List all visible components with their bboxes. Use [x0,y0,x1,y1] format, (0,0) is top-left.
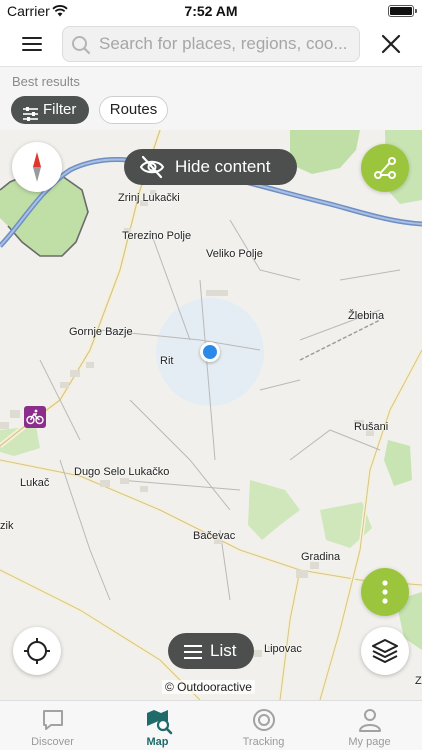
list-label: List [210,641,237,660]
compass-button[interactable] [12,142,62,192]
layers-icon [372,639,398,663]
compass-icon [33,152,41,182]
search-icon [71,35,91,60]
current-location-marker [200,342,220,362]
map-base [0,130,422,700]
place-label: Terezino Polje [122,230,192,242]
place-label: Lukač [20,477,50,489]
more-options-button[interactable] [361,568,409,616]
tab-map[interactable]: Map [105,701,210,750]
tab-my-page[interactable]: My page [317,701,422,750]
search-header [0,22,422,66]
place-label: Gornje Bazje [69,326,133,338]
filter-label: Filter [43,101,77,118]
map-attribution[interactable]: © Outdooractive [162,680,255,694]
place-label: zik [0,520,14,532]
hide-content-button[interactable]: Hide content [124,149,297,185]
clock: 7:52 AM [184,3,238,19]
tab-label: Map [146,736,169,748]
route-planner-button[interactable] [361,144,409,192]
locate-me-button[interactable] [13,627,61,675]
sliders-icon [23,103,38,131]
place-label: Rušani [354,421,389,433]
place-label: Gradina [301,551,341,563]
map-layers-button[interactable] [361,627,409,675]
place-label: Veliko Polje [206,248,263,260]
routes-chip[interactable]: Routes [99,96,168,124]
eye-off-icon [139,155,165,184]
tab-label: My page [348,736,391,748]
search-input[interactable] [99,27,355,61]
hide-content-label: Hide content [175,157,271,176]
route-icon [374,157,396,179]
tab-discover[interactable]: Discover [0,701,105,750]
crosshair-icon [24,638,50,664]
tab-label: Tracking [242,736,285,748]
tab-bar: Discover Map Tracking My page [0,700,422,750]
menu-button[interactable] [18,32,48,56]
map-view[interactable]: Zrinj Lukački Terezino Polje Veliko Polj… [0,130,422,700]
record-icon [251,707,277,738]
place-label: Dugo Selo Lukačko [74,466,170,478]
chat-bubble-icon [40,707,66,738]
list-button[interactable]: List [168,633,254,669]
place-label: Z [415,675,422,687]
results-label: Best results [12,74,80,89]
place-label: Zrinj Lukački [118,192,180,204]
person-icon [357,707,383,738]
close-icon[interactable] [380,33,402,55]
more-vertical-icon [382,580,388,604]
place-label: Bačevac [193,530,236,542]
place-label: Lipovac [264,643,302,655]
list-icon [184,644,202,664]
place-label: Žlebina [348,310,385,322]
bike-poi-icon[interactable] [24,406,46,428]
search-bar [62,26,360,62]
battery-icon [388,5,417,17]
filter-button[interactable]: Filter [11,96,89,124]
status-bar: Carrier 7:52 AM [0,0,422,22]
results-bar: Best results Filter Routes [0,66,422,130]
tab-tracking[interactable]: Tracking [211,701,316,750]
place-label: Rit [160,355,174,367]
tab-label: Discover [31,736,74,748]
